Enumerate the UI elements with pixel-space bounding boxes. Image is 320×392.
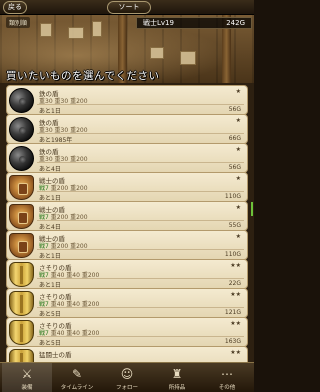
- item-rarity-stars: ★: [235, 146, 241, 153]
- item-time-remaining: あと4日: [39, 224, 61, 231]
- sort-button[interactable]: ソート: [107, 1, 151, 14]
- item-time-remaining: あと1985年: [39, 137, 73, 144]
- item-rarity-stars: ★: [235, 88, 241, 95]
- shop-item[interactable]: さそりの盾 戦7 重40 重40 重200 ★★ あと5日 121G: [6, 288, 248, 318]
- item-divider: [37, 133, 244, 134]
- player-gold: 242G: [226, 19, 245, 27]
- wall-poster: [40, 23, 52, 37]
- top-bar: 戻る ソート: [0, 0, 254, 15]
- nav-label: 所持品: [168, 385, 186, 391]
- shop-item[interactable]: さそりの盾 戦7 重40 重40 重200 ★★ あと5日 163G: [6, 317, 248, 347]
- wall-poster: [68, 27, 84, 39]
- shop-item[interactable]: さそりの盾 戦7 重40 重40 重200 ★★ あと1日 22G: [6, 259, 248, 289]
- item-rarity-stars: ★: [235, 175, 241, 182]
- nav-label: 装備: [21, 385, 33, 391]
- wall-poster: [92, 21, 102, 37]
- bronze-shield-icon: [9, 175, 34, 200]
- item-rarity-stars: ★: [235, 204, 241, 211]
- item-rarity-stars: ★: [235, 117, 241, 124]
- nav-items[interactable]: ♜ 所持品: [152, 363, 202, 392]
- item-time-remaining: あと1日: [39, 108, 61, 115]
- item-list[interactable]: 猛闘士の盾 ★★ さそりの盾 戦7 重40 重40 重200 ★★ あと5日 163G さそ…: [0, 83, 254, 362]
- gold-shield-icon: [9, 320, 34, 345]
- gold-shield-icon: [9, 291, 34, 316]
- equipment-icon: ⚔: [21, 367, 33, 381]
- item-price: 56G: [228, 106, 241, 113]
- more-icon: ⋯: [221, 367, 233, 381]
- item-time-remaining: あと1日: [39, 195, 61, 202]
- shop-item[interactable]: 鉄の盾 重30 重30 重200 ★ あと4日 56G: [6, 143, 248, 173]
- iron-ball-icon: [9, 117, 34, 142]
- shop-item[interactable]: 戦士の盾 戦7 重200 重200 ★ あと1日 110G: [6, 172, 248, 202]
- shop-item[interactable]: 鉄の盾 重30 重30 重200 ★ あと1985年 66G: [6, 114, 248, 144]
- item-price: 110G: [224, 193, 241, 200]
- item-divider: [37, 220, 244, 221]
- item-divider: [37, 336, 244, 337]
- scrollbar-thumb[interactable]: [251, 202, 253, 216]
- nav-more[interactable]: ⋯ その他: [202, 363, 252, 392]
- item-time-remaining: あと5日: [39, 340, 61, 347]
- item-divider: [37, 162, 244, 163]
- timeline-icon: ✎: [71, 367, 83, 381]
- item-rarity-stars: ★★: [230, 349, 241, 356]
- iron-ball-icon: [9, 88, 34, 113]
- item-price: 56G: [228, 164, 241, 171]
- gold-shield-icon: [9, 349, 34, 362]
- wall-poster: [150, 47, 164, 59]
- bronze-shield-icon: [9, 233, 34, 258]
- item-price: 121G: [224, 309, 241, 316]
- bottom-nav: ⚔ 装備 ✎ タイムライン ☺ フォロー ♜ 所持品 ⋯ その他: [0, 362, 254, 392]
- gold-shield-icon: [9, 262, 34, 287]
- item-time-remaining: あと1日: [39, 253, 61, 260]
- item-rarity-stars: ★★: [230, 320, 241, 327]
- nav-equipment[interactable]: ⚔ 装備: [2, 363, 52, 392]
- item-rarity-stars: ★: [235, 233, 241, 240]
- nav-timeline[interactable]: ✎ タイムライン: [52, 363, 102, 392]
- bronze-shield-icon: [9, 204, 34, 229]
- item-time-remaining: あと1日: [39, 282, 61, 289]
- nav-label: タイムライン: [60, 385, 94, 391]
- follow-icon: ☺: [120, 367, 134, 381]
- iron-ball-icon: [9, 146, 34, 171]
- item-name: 猛闘士の盾: [39, 351, 72, 359]
- nav-label: フォロー: [115, 385, 138, 391]
- shop-item[interactable]: 猛闘士の盾 ★★: [6, 346, 248, 362]
- item-rarity-stars: ★★: [230, 291, 241, 298]
- item-price: 55G: [228, 222, 241, 229]
- item-price: 110G: [224, 251, 241, 258]
- item-rarity-stars: ★★: [230, 262, 241, 269]
- item-divider: [37, 249, 244, 250]
- item-divider: [37, 104, 244, 105]
- shop-item[interactable]: 戦士の盾 戦7 重200 重200 ★ あと1日 110G: [6, 230, 248, 260]
- nav-follow[interactable]: ☺ フォロー: [102, 363, 152, 392]
- shop-prompt: 買いたいものを選んでください: [6, 70, 160, 82]
- item-price: 163G: [224, 338, 241, 345]
- nav-label: その他: [218, 385, 236, 391]
- item-divider: [37, 191, 244, 192]
- item-divider: [37, 278, 244, 279]
- player-level: 戦士Lv19: [143, 19, 174, 27]
- item-divider: [37, 307, 244, 308]
- items-icon: ♜: [171, 367, 183, 381]
- shop-item[interactable]: 戦士の盾 戦7 重200 重200 ★ あと4日 55G: [6, 201, 248, 231]
- item-time-remaining: あと5日: [39, 311, 61, 318]
- category-tab[interactable]: 類別順: [6, 17, 31, 28]
- item-time-remaining: あと4日: [39, 166, 61, 173]
- back-button[interactable]: 戻る: [3, 1, 27, 14]
- shop-item[interactable]: 鉄の盾 重30 重30 重200 ★ あと1日 56G: [6, 85, 248, 115]
- item-price: 22G: [228, 280, 241, 287]
- player-status: 戦士Lv19 242G: [136, 17, 252, 29]
- wall-poster: [180, 51, 196, 65]
- item-price: 66G: [228, 135, 241, 142]
